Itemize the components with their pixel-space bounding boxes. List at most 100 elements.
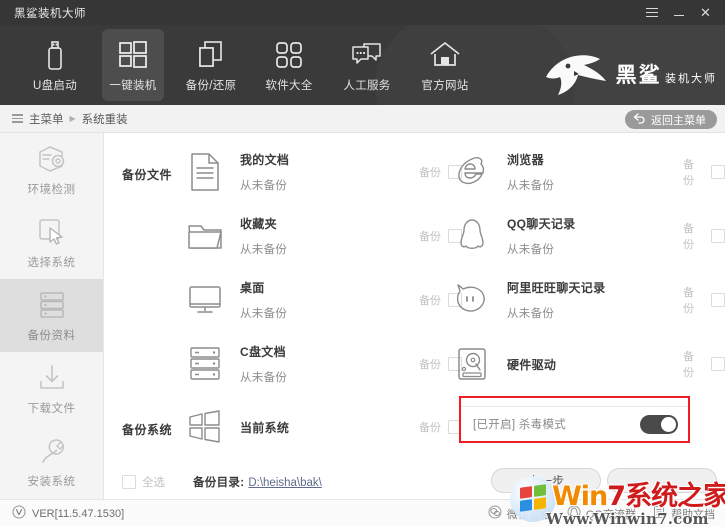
backup-checkbox[interactable] bbox=[711, 293, 725, 307]
nav-label: 软件大全 bbox=[265, 79, 313, 92]
sidebar-item-install-system[interactable]: 安装系统 bbox=[0, 425, 103, 498]
main-navigation-bar: U盘启动 一键装机 备份/还原 软件大全 人工服务 官方网站 黑鲨 装机大师 bbox=[0, 25, 725, 105]
antivirus-mode-toggle[interactable] bbox=[640, 414, 678, 434]
breadcrumb: 主菜单 ▶ 系统重装 bbox=[12, 111, 128, 127]
footer-link-qq-group[interactable]: QQ交流群 bbox=[567, 505, 636, 522]
brand-sub-text: 装机大师 bbox=[665, 72, 717, 85]
sidebar-item-download-files[interactable]: 下载文件 bbox=[0, 352, 103, 425]
title-bar: 黑鲨装机大师 ✕ bbox=[0, 0, 725, 25]
version-text: VER[11.5.47.1530] bbox=[32, 507, 125, 520]
backup-checkbox-group[interactable]: 备份 bbox=[683, 348, 725, 380]
row-text: 收藏夹 从未备份 bbox=[240, 215, 375, 257]
hard-drive-icon bbox=[449, 342, 495, 386]
nav-item-software-center[interactable]: 软件大全 bbox=[258, 29, 320, 101]
close-button[interactable]: ✕ bbox=[692, 0, 719, 25]
backup-directory-group: 备份目录: D:\heisha\bak\ bbox=[193, 474, 322, 490]
brand-logo: 黑鲨 装机大师 bbox=[544, 47, 717, 102]
nav-item-official-website[interactable]: 官方网站 bbox=[414, 29, 476, 101]
row-title: 当前系统 bbox=[240, 420, 290, 435]
checkbox-label: 备份 bbox=[682, 351, 694, 379]
row-text: 阿里旺旺聊天记录 从未备份 bbox=[507, 279, 639, 321]
checkbox-label: 备份 bbox=[419, 295, 441, 307]
document-icon bbox=[652, 505, 666, 522]
row-subtitle: 从未备份 bbox=[240, 372, 288, 384]
backup-checkbox-group[interactable]: 备份 bbox=[683, 220, 725, 252]
window-title: 黑鲨装机大师 bbox=[14, 7, 86, 20]
previous-step-button[interactable]: 上一步 bbox=[491, 468, 601, 493]
backup-row-qq-chat-history[interactable]: QQ聊天记录 从未备份 备份 bbox=[449, 210, 725, 262]
four-squares-icon bbox=[275, 38, 303, 72]
select-all-checkbox[interactable] bbox=[122, 475, 136, 489]
server-stack-icon bbox=[182, 342, 228, 386]
back-to-main-menu-button[interactable]: 返回主菜单 bbox=[625, 110, 717, 129]
copy-layers-icon bbox=[197, 38, 225, 72]
minimize-button[interactable] bbox=[665, 0, 692, 25]
row-text: C盘文档 从未备份 bbox=[240, 343, 375, 385]
nav-item-backup-restore[interactable]: 备份/还原 bbox=[180, 29, 242, 101]
backup-row-aliwangwang-chat-history[interactable]: 阿里旺旺聊天记录 从未备份 备份 bbox=[449, 274, 725, 326]
sidebar-item-environment-check[interactable]: 环境检测 bbox=[0, 133, 103, 206]
download-icon bbox=[37, 362, 67, 394]
backup-row-browser[interactable]: 浏览器 从未备份 备份 bbox=[449, 146, 725, 198]
checkbox-label: 备份 bbox=[419, 422, 441, 434]
antivirus-mode-row: [已开启] 杀毒模式 bbox=[461, 406, 688, 441]
breadcrumb-root[interactable]: 主菜单 bbox=[29, 111, 64, 127]
footer-link-help-document[interactable]: 帮助文档 bbox=[652, 505, 715, 522]
environment-check-icon bbox=[36, 143, 68, 175]
backup-row-hardware-drivers[interactable]: 硬件驱动 备份 bbox=[449, 338, 725, 390]
checkbox-label: 备份 bbox=[682, 159, 694, 187]
breadcrumb-current: 系统重装 bbox=[81, 113, 128, 126]
chevron-right-icon: ▶ bbox=[69, 114, 76, 123]
monitor-icon bbox=[182, 278, 228, 322]
row-text: 浏览器 从未备份 bbox=[507, 151, 639, 193]
menu-button[interactable] bbox=[638, 0, 665, 25]
backup-checkbox[interactable] bbox=[711, 229, 725, 243]
backup-directory-path-link[interactable]: D:\heisha\bak\ bbox=[248, 477, 322, 489]
antivirus-mode-highlight-box: [已开启] 杀毒模式 bbox=[459, 396, 690, 443]
backup-row-my-documents[interactable]: 我的文档 从未备份 备份 bbox=[182, 146, 462, 198]
row-text: 当前系统 bbox=[240, 419, 375, 436]
backup-checkbox-group[interactable]: 备份 bbox=[683, 284, 725, 316]
checkbox-label: 备份 bbox=[419, 167, 441, 179]
select-all-label: 全选 bbox=[142, 477, 165, 489]
row-title: 硬件驱动 bbox=[507, 357, 557, 372]
qq-penguin-icon bbox=[449, 214, 495, 258]
folder-icon bbox=[182, 214, 228, 258]
row-title: 桌面 bbox=[240, 281, 265, 295]
sidebar-label: 选择系统 bbox=[27, 256, 76, 269]
nav-item-one-key-install[interactable]: 一键装机 bbox=[102, 29, 164, 101]
sidebar-item-select-system[interactable]: 选择系统 bbox=[0, 206, 103, 279]
sidebar-item-backup-data[interactable]: 备份资料 bbox=[0, 279, 103, 352]
next-step-button[interactable] bbox=[607, 468, 717, 493]
row-title: 我的文档 bbox=[240, 153, 290, 167]
checkbox-label: 备份 bbox=[419, 231, 441, 243]
sidebar-label: 备份资料 bbox=[27, 329, 76, 342]
footer-link-wechat-support[interactable]: 微信客服 bbox=[488, 505, 551, 522]
hamburger-icon bbox=[645, 7, 658, 18]
bottom-action-bar: 全选 备份目录: D:\heisha\bak\ 上一步 bbox=[104, 465, 725, 499]
wrench-icon bbox=[37, 435, 67, 467]
nav-label: U盘启动 bbox=[32, 79, 77, 92]
row-title: 浏览器 bbox=[507, 153, 544, 167]
backup-row-desktop[interactable]: 桌面 从未备份 备份 bbox=[182, 274, 462, 326]
section-label-backup-files: 备份文件 bbox=[122, 168, 173, 182]
sidebar-label: 下载文件 bbox=[27, 402, 76, 415]
backup-checkbox[interactable] bbox=[711, 357, 725, 371]
backup-checkbox-group[interactable]: 备份 bbox=[683, 156, 725, 188]
backup-row-c-drive-documents[interactable]: C盘文档 从未备份 备份 bbox=[182, 338, 462, 390]
backup-row-favorites[interactable]: 收藏夹 从未备份 备份 bbox=[182, 210, 462, 262]
nav-label: 官方网站 bbox=[421, 79, 469, 92]
server-stack-icon bbox=[37, 289, 67, 321]
backup-checkbox[interactable] bbox=[711, 165, 725, 179]
backup-checkbox-group[interactable]: 备份 bbox=[419, 419, 462, 435]
nav-label: 人工服务 bbox=[343, 79, 391, 92]
list-menu-icon[interactable] bbox=[12, 114, 23, 123]
select-all-group[interactable]: 全选 bbox=[122, 474, 165, 490]
backup-row-current-system[interactable]: 当前系统 备份 bbox=[182, 401, 462, 453]
backup-directory-label: 备份目录: bbox=[193, 477, 245, 489]
usb-drive-icon bbox=[44, 38, 66, 72]
windows-grid-icon bbox=[182, 405, 228, 449]
footer-link-label: QQ交流群 bbox=[585, 508, 636, 521]
nav-item-usb-boot[interactable]: U盘启动 bbox=[24, 29, 86, 101]
nav-item-manual-service[interactable]: 人工服务 bbox=[336, 29, 398, 101]
